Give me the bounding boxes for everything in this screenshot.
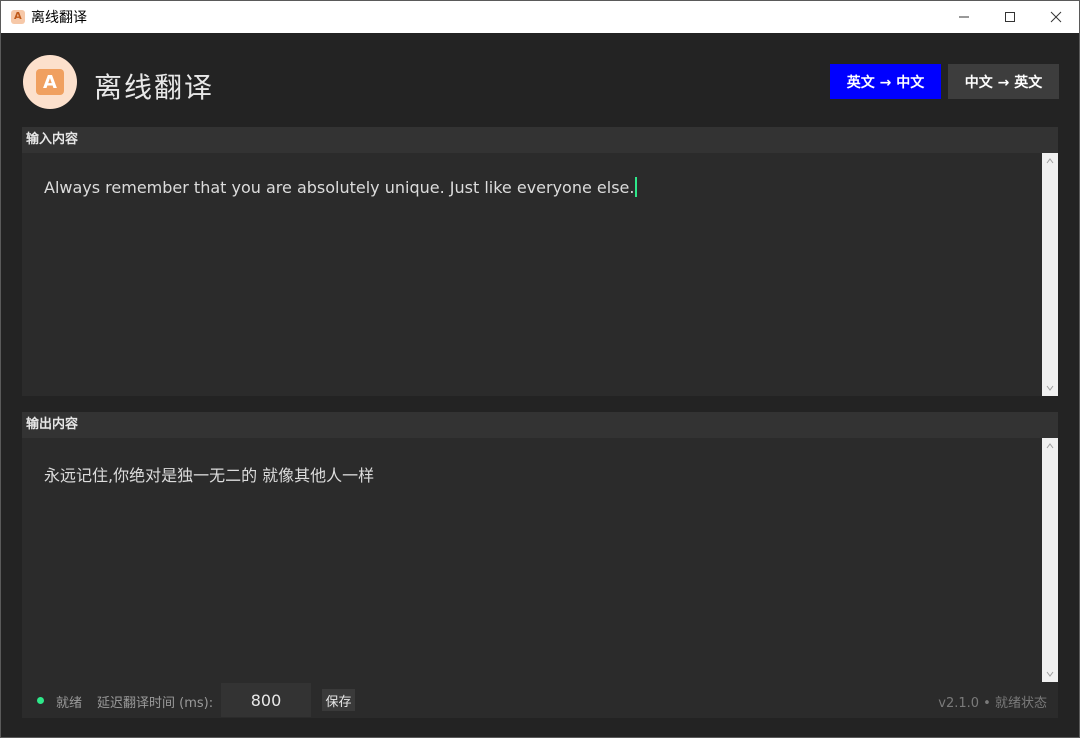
- title-bar: 离线翻译: [1, 1, 1079, 33]
- app-title: 离线翻译: [94, 71, 215, 104]
- maximize-button[interactable]: [987, 1, 1033, 33]
- window-title: 离线翻译: [31, 10, 87, 26]
- scroll-up-icon[interactable]: [1042, 153, 1058, 169]
- output-scrollbar[interactable]: [1042, 438, 1058, 682]
- scroll-down-icon[interactable]: [1042, 666, 1058, 682]
- scroll-up-icon[interactable]: [1042, 438, 1058, 454]
- logo-letter: A: [36, 69, 64, 95]
- input-scrollbar[interactable]: [1042, 153, 1058, 396]
- window-controls: [941, 1, 1079, 33]
- output-section-header: 输出内容: [22, 412, 1058, 438]
- text-caret: [635, 177, 638, 197]
- delay-label: 延迟翻译时间 (ms):: [97, 696, 214, 711]
- input-text: Always remember that you are absolutely …: [44, 178, 635, 197]
- scroll-down-icon[interactable]: [1042, 380, 1058, 396]
- mode-zh-to-en-button[interactable]: 中文 → 英文: [948, 64, 1059, 99]
- input-section-header: 输入内容: [22, 127, 1058, 153]
- save-button[interactable]: 保存: [322, 689, 355, 711]
- app-icon: [11, 10, 25, 24]
- maximize-icon: [1005, 12, 1015, 22]
- close-icon: [1050, 11, 1062, 23]
- status-text: 就绪: [56, 696, 83, 711]
- minimize-button[interactable]: [941, 1, 987, 33]
- status-dot-icon: [37, 697, 44, 704]
- mode-en-to-zh-button[interactable]: 英文 → 中文: [830, 64, 941, 99]
- close-button[interactable]: [1033, 1, 1079, 33]
- version-label: v2.1.0 • 就绪状态: [938, 696, 1047, 711]
- status-bar: 就绪 延迟翻译时间 (ms): 800 保存 v2.1.0 • 就绪状态: [22, 682, 1058, 718]
- app-logo: A: [23, 55, 77, 109]
- input-textarea[interactable]: Always remember that you are absolutely …: [22, 153, 1042, 396]
- app-window: 离线翻译 A 离线翻译 英文 → 中文 中文 → 英文 输入内容 Always …: [0, 0, 1080, 738]
- minimize-icon: [959, 16, 969, 18]
- output-textarea[interactable]: 永远记住,你绝对是独一无二的 就像其他人一样: [22, 438, 1042, 682]
- main-content: A 离线翻译 英文 → 中文 中文 → 英文 输入内容 Always remem…: [1, 33, 1079, 737]
- output-text: 永远记住,你绝对是独一无二的 就像其他人一样: [44, 466, 375, 485]
- delay-input[interactable]: 800: [221, 683, 311, 717]
